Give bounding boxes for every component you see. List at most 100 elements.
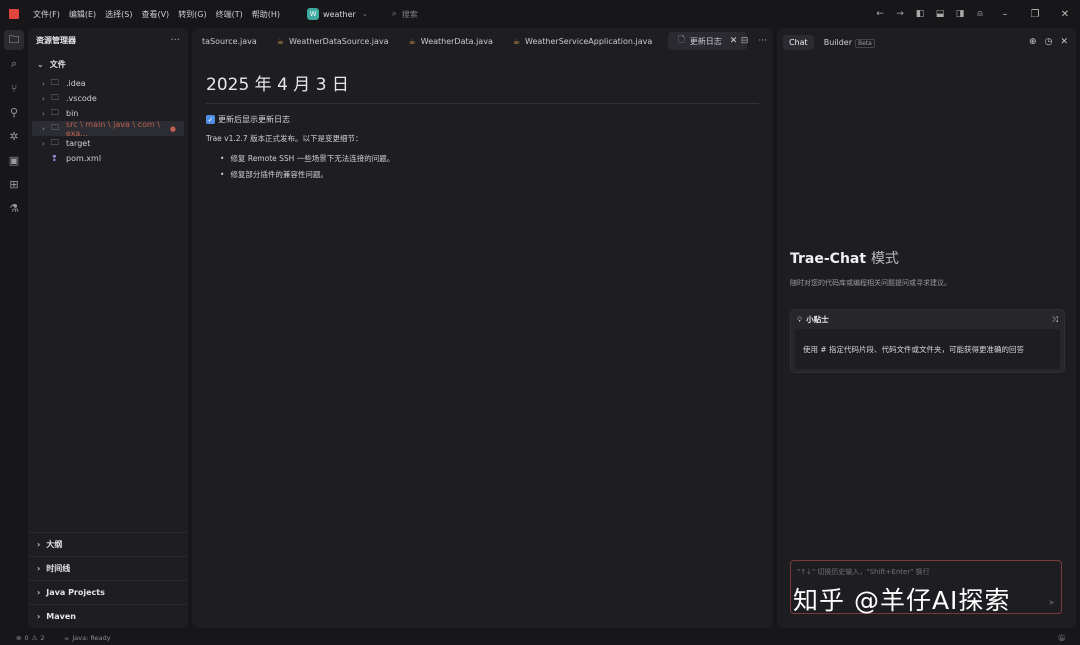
toggle-bottom-panel-icon[interactable]: ⬓ xyxy=(930,9,950,19)
tab-builder[interactable]: Builder Beta xyxy=(818,35,881,50)
menu-terminal[interactable]: 终端(T) xyxy=(216,9,243,20)
project-switcher[interactable]: W weather ⌄ xyxy=(301,6,374,22)
source-control-icon[interactable]: ⑂ xyxy=(0,76,28,100)
document-icon: 🗋 xyxy=(678,35,685,44)
chat-welcome: Trae-Chat 模式 随时对您的代码库或编程相关问题提问或寻求建议。 xyxy=(790,248,951,288)
menu-select[interactable]: 选择(S) xyxy=(105,9,132,20)
tab-chat[interactable]: Chat xyxy=(783,34,814,50)
sidebar-title: 资源管理器 xyxy=(36,35,76,45)
tab-label: WeatherDataSource.java xyxy=(289,36,389,46)
section-label: 时间线 xyxy=(46,564,71,573)
show-changelog-option[interactable]: ✓ 更新后显示更新日志 xyxy=(206,114,759,125)
search-placeholder: 搜索 xyxy=(401,9,418,19)
preview-icon[interactable]: ▣ xyxy=(0,148,28,172)
tree-item-pom[interactable]: ❢ pom.xml xyxy=(32,151,184,166)
tree-item-idea[interactable]: › 🗀 .idea xyxy=(32,76,184,91)
ai-chat-panel: Chat Builder Beta ⊕ ◷ ✕ Trae-Chat 模式 随时对您… xyxy=(777,28,1076,628)
send-icon[interactable]: ➤ xyxy=(1048,598,1055,607)
tip-body: 使用 # 指定代码片段、代码文件或文件夹，可能获得更准确的回答 xyxy=(795,329,1060,369)
checkbox-checked[interactable]: ✓ xyxy=(206,115,215,124)
search-input[interactable]: ⌕ 搜索 xyxy=(392,9,418,20)
activity-bar: 🗀 ⌕ ⑂ ⚲ ✲ ▣ ⊞ ⚗ xyxy=(0,28,28,628)
explorer-sidebar: 资源管理器 ··· ⌄ 文件 › 🗀 .idea › 🗀 .vscode › 🗀… xyxy=(28,28,188,628)
tab-datasource-partial[interactable]: taSource.java xyxy=(192,28,267,54)
forward-arrow-icon[interactable]: → xyxy=(890,9,910,19)
tree-item-vscode[interactable]: › 🗀 .vscode xyxy=(32,91,184,106)
watermark-text: 知乎 @羊仔AI探索 xyxy=(793,586,1011,615)
account-icon[interactable]: ⍝ xyxy=(970,9,990,19)
chevron-right-icon: › xyxy=(42,109,45,118)
error-dot: ● xyxy=(169,124,176,133)
welcome-mode: 模式 xyxy=(870,251,899,267)
toggle-right-panel-icon[interactable]: ◨ xyxy=(950,9,970,19)
menu-view[interactable]: 查看(V) xyxy=(141,9,169,20)
history-icon[interactable]: ◷ xyxy=(1045,37,1053,47)
more-actions-icon[interactable]: ··· xyxy=(758,36,767,46)
files-section-header[interactable]: ⌄ 文件 xyxy=(28,52,188,76)
chevron-right-icon: › xyxy=(42,124,45,133)
menu-file[interactable]: 文件(F) xyxy=(33,9,60,20)
shuffle-icon[interactable]: ⤨ xyxy=(1052,315,1058,325)
tree-item-label: src \ main \ java \ com \ exa... xyxy=(65,119,161,138)
lightbulb-icon: 💡︎ xyxy=(797,314,803,324)
changelog-document: 2025 年 4 月 3 日 ✓ 更新后显示更新日志 Trae v1.2.7 版… xyxy=(192,54,773,201)
new-chat-icon[interactable]: ⊕ xyxy=(1029,37,1037,47)
error-icon: ⊗ xyxy=(16,633,22,642)
java-status[interactable]: ☕ Java: Ready xyxy=(64,634,114,642)
problems-indicator[interactable]: ⊗ 0 ⚠ 2 xyxy=(16,634,48,642)
tree-item-label: bin xyxy=(66,109,79,118)
title-bar: 文件(F) 编辑(E) 选择(S) 查看(V) 转到(G) 终端(T) 帮助(H… xyxy=(0,0,1080,28)
tip-card: 💡︎ 小贴士 ⤨ 使用 # 指定代码片段、代码文件或文件夹，可能获得更准确的回答 xyxy=(790,309,1065,373)
editor-tab-bar: taSource.java ☕ WeatherDataSource.java ☕… xyxy=(192,28,773,54)
outline-section[interactable]: › 大纲 xyxy=(28,532,188,556)
maven-section[interactable]: › Maven xyxy=(28,604,188,628)
back-arrow-icon[interactable]: ← xyxy=(870,9,890,19)
chat-input-placeholder: "↑↓" 切换历史输入，"Shift+Enter" 换行 xyxy=(797,568,930,576)
close-panel-icon[interactable]: ✕ xyxy=(1060,37,1068,47)
error-count: 0 xyxy=(24,633,29,642)
menu-help[interactable]: 帮助(H) xyxy=(252,9,280,20)
editor-area: taSource.java ☕ WeatherDataSource.java ☕… xyxy=(192,28,773,628)
tree-item-label: pom.xml xyxy=(66,154,102,163)
toggle-left-panel-icon[interactable]: ◧ xyxy=(910,9,930,19)
extensions-icon[interactable]: ⊞ xyxy=(0,172,28,196)
menu-go[interactable]: 转到(G) xyxy=(178,9,206,20)
tab-label: WeatherServiceApplication.java xyxy=(525,36,653,46)
search-view-icon[interactable]: ⌕ xyxy=(0,52,28,76)
split-editor-icon[interactable]: ⊟ xyxy=(741,36,749,46)
warning-icon: ⚠ xyxy=(31,633,38,642)
list-item: 修复部分插件的兼容性问题。 xyxy=(220,169,759,180)
files-section-label: 文件 xyxy=(49,59,66,69)
status-bar: ⊗ 0 ⚠ 2 ☕ Java: Ready 🔕︎ xyxy=(0,630,1080,645)
tab-weatherdatasource[interactable]: ☕ WeatherDataSource.java xyxy=(267,28,399,54)
tree-item-label: .vscode xyxy=(66,94,97,103)
minimize-icon[interactable]: – xyxy=(990,9,1020,20)
remote-icon[interactable]: ⚲ xyxy=(0,100,28,124)
change-list: 修复 Remote SSH 一些场景下无法连接的问题。 修复部分插件的兼容性问题… xyxy=(206,153,759,180)
testing-icon[interactable]: ⚗ xyxy=(0,196,28,220)
folder-icon: 🗀 xyxy=(50,122,59,132)
chevron-right-icon: › xyxy=(37,612,41,621)
tab-weatherdata[interactable]: ☕ WeatherData.java xyxy=(399,28,503,54)
chevron-right-icon: › xyxy=(42,139,45,148)
welcome-title: Trae-Chat xyxy=(790,251,867,267)
close-icon[interactable]: ✕ xyxy=(1050,9,1080,20)
project-name: weather xyxy=(323,9,356,19)
tab-weatherserviceapplication[interactable]: ☕ WeatherServiceApplication.java xyxy=(503,28,662,54)
checkbox-label: 更新后显示更新日志 xyxy=(218,115,290,124)
warning-count: 2 xyxy=(40,633,45,642)
menu-edit[interactable]: 编辑(E) xyxy=(69,9,96,20)
chevron-right-icon: › xyxy=(37,588,41,597)
tree-item-target[interactable]: › 🗀 target xyxy=(32,136,184,151)
notifications-icon[interactable]: 🔕︎ xyxy=(1058,634,1066,642)
explorer-icon[interactable]: 🗀 xyxy=(0,28,28,52)
more-icon[interactable]: ··· xyxy=(170,35,180,46)
debug-icon[interactable]: ✲ xyxy=(0,124,28,148)
xml-file-icon: ❢ xyxy=(51,154,58,163)
chevron-down-icon: ⌄ xyxy=(361,10,368,18)
tree-item-src[interactable]: › 🗀 src \ main \ java \ com \ exa... ● xyxy=(32,119,184,138)
restore-icon[interactable]: ❐ xyxy=(1020,9,1050,20)
builder-label: Builder xyxy=(823,37,852,47)
java-projects-section[interactable]: › Java Projects xyxy=(28,580,188,604)
timeline-section[interactable]: › 时间线 xyxy=(28,556,188,580)
